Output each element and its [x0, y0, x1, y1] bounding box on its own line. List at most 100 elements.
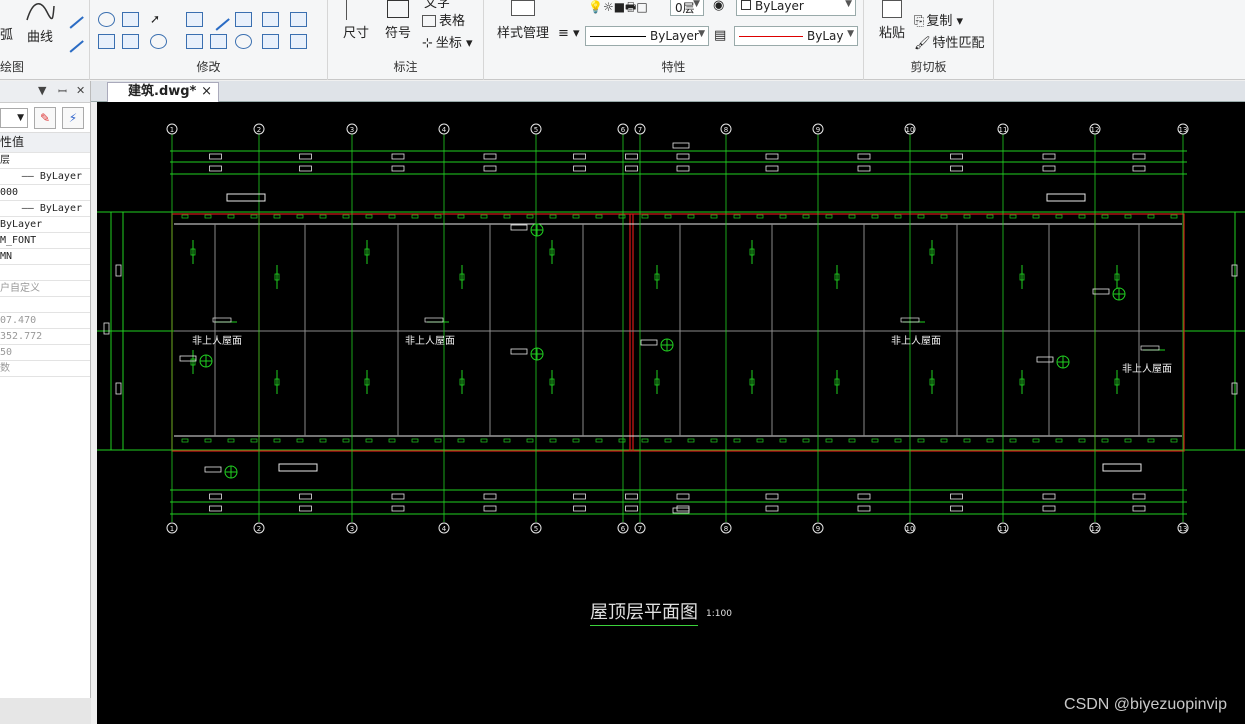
region-icon[interactable]: [150, 34, 167, 49]
gutter-fitting: [549, 214, 557, 219]
modify-group-label: 修改: [196, 60, 221, 74]
property-row[interactable]: 户自定义: [0, 281, 90, 297]
gutter-fitting: [733, 214, 741, 219]
dimension-text: [672, 507, 690, 514]
tab-drawing[interactable]: 建筑.dwg* ×: [107, 82, 219, 102]
dimension-text: [625, 153, 638, 160]
close-tab-icon[interactable]: ×: [201, 83, 212, 101]
property-row[interactable]: 层: [0, 153, 90, 169]
axis-label: 12: [1091, 525, 1100, 533]
toggle-pickadd-icon[interactable]: ✎: [34, 107, 56, 129]
lineweight-icon[interactable]: ▤: [714, 28, 726, 43]
copy-obj-icon[interactable]: [210, 34, 227, 49]
coord-icon: ⊹: [422, 36, 433, 51]
mirror-icon[interactable]: [235, 12, 252, 27]
property-row[interactable]: 352.772: [0, 329, 90, 345]
linetype-icon[interactable]: ≡ ▾: [558, 26, 580, 41]
modify-group: ➚ 修改: [90, 0, 328, 80]
object-type-dropdown[interactable]: ▼: [0, 108, 28, 128]
stretch-icon[interactable]: [290, 12, 307, 27]
property-row[interactable]: 07.470: [0, 313, 90, 329]
style-manager-button[interactable]: 样式管理: [490, 0, 556, 41]
property-row[interactable]: 000: [0, 185, 90, 201]
gutter-fitting: [641, 438, 649, 443]
hatch-icon[interactable]: [122, 12, 139, 27]
line-icon[interactable]: [61, 6, 84, 29]
property-row[interactable]: [0, 265, 90, 281]
gutter-fitting: [687, 214, 695, 219]
match-properties-button[interactable]: 🖌 特性匹配: [914, 32, 985, 51]
symbol-button[interactable]: 符号: [378, 0, 418, 41]
linetype-dropdown[interactable]: ByLayer ▼: [585, 26, 709, 46]
color-dropdown[interactable]: ByLayer ▼: [736, 0, 856, 16]
axis-label: 6: [621, 126, 626, 134]
axis-label: 3: [350, 525, 354, 533]
rect-icon[interactable]: [262, 12, 279, 27]
gutter-fitting: [687, 438, 695, 443]
circle-icon[interactable]: [98, 12, 115, 27]
axis-label: 8: [724, 525, 728, 533]
gutter-fitting: [756, 214, 764, 219]
dimension-text: [483, 153, 497, 160]
dimension-text: [672, 142, 690, 149]
quick-select-icon[interactable]: ⚡: [62, 107, 84, 129]
panel-menu-icon[interactable]: ▼: [38, 84, 46, 97]
block-icon[interactable]: [122, 34, 139, 49]
property-row[interactable]: 50: [0, 345, 90, 361]
property-row[interactable]: ByLayer: [0, 217, 90, 233]
array-icon[interactable]: [98, 34, 115, 49]
coord-button[interactable]: ⊹ 坐标 ▾: [422, 32, 473, 51]
property-row[interactable]: M_FONT: [0, 233, 90, 249]
gutter-fitting: [365, 214, 373, 219]
trim-icon[interactable]: [207, 8, 230, 31]
copy-icon: ⎘: [914, 14, 925, 29]
dimension-text: [483, 493, 497, 500]
gutter-fitting: [342, 438, 350, 443]
table-button[interactable]: 表格: [422, 10, 465, 29]
curve-button[interactable]: 曲线: [20, 0, 60, 45]
drawing-canvas[interactable]: 1 1 2 2 3 3 4 4 5 5 6 6 7 7 8 8 9 9 10 10 11 11 12 12 13 13 屋顶层平面…: [97, 102, 1245, 724]
layer-dropdown[interactable]: 0层 ▼: [670, 0, 704, 16]
rotate-icon[interactable]: [235, 34, 252, 49]
detail-tag: [510, 224, 528, 231]
explode-icon[interactable]: [290, 34, 307, 49]
roof-label: 非上人屋面: [891, 336, 941, 347]
gutter-fitting: [181, 438, 189, 443]
property-row[interactable]: [0, 297, 90, 313]
close-icon[interactable]: ✕: [76, 84, 85, 97]
dimension-text: [1132, 153, 1146, 160]
gutter-fitting: [342, 214, 350, 219]
gutter-fitting: [1147, 214, 1155, 219]
lineweight-dropdown[interactable]: ByLay ▼: [734, 26, 858, 46]
gutter-fitting: [457, 438, 465, 443]
dimension-text: [950, 153, 963, 160]
polyline-icon[interactable]: [61, 30, 84, 53]
gutter-fitting: [457, 214, 465, 219]
gutter-fitting: [319, 438, 327, 443]
property-row[interactable]: 数: [0, 361, 90, 377]
gutter-fitting: [411, 214, 419, 219]
property-row[interactable]: —— ByLayer: [0, 169, 90, 185]
gutter-fitting: [595, 438, 603, 443]
document-tabs: 建筑.dwg* ×: [91, 81, 1245, 102]
paste-icon: [882, 0, 902, 18]
axis-label: 11: [999, 126, 1008, 134]
paste-button[interactable]: 粘贴: [872, 0, 912, 41]
axis-label: 10: [906, 126, 915, 134]
property-row[interactable]: —— ByLayer: [0, 201, 90, 217]
color-wheel-icon[interactable]: ◉: [713, 0, 724, 13]
pin-icon[interactable]: ꟷ: [58, 84, 67, 99]
scale-icon[interactable]: [186, 34, 203, 49]
copy-button[interactable]: ⎘ 复制 ▾: [914, 10, 963, 29]
property-row[interactable]: MN: [0, 249, 90, 265]
arc-button[interactable]: 弧: [0, 24, 13, 43]
layer-icons[interactable]: 💡☼■🖶□: [588, 0, 648, 19]
pointer-icon[interactable]: ➚: [150, 12, 167, 27]
properties-panel: ▼ ꟷ ✕ ▼ ✎ ⚡ 性值层 —— ByLayer 000 —— ByLayer By…: [0, 81, 91, 724]
properties-group-label: 特性: [661, 60, 686, 74]
offset-icon[interactable]: [262, 34, 279, 49]
brush-icon: 🖌: [914, 36, 931, 51]
dimension-button[interactable]: 尺寸: [336, 0, 376, 41]
move-icon[interactable]: [186, 12, 203, 27]
gutter-fitting: [572, 438, 580, 443]
